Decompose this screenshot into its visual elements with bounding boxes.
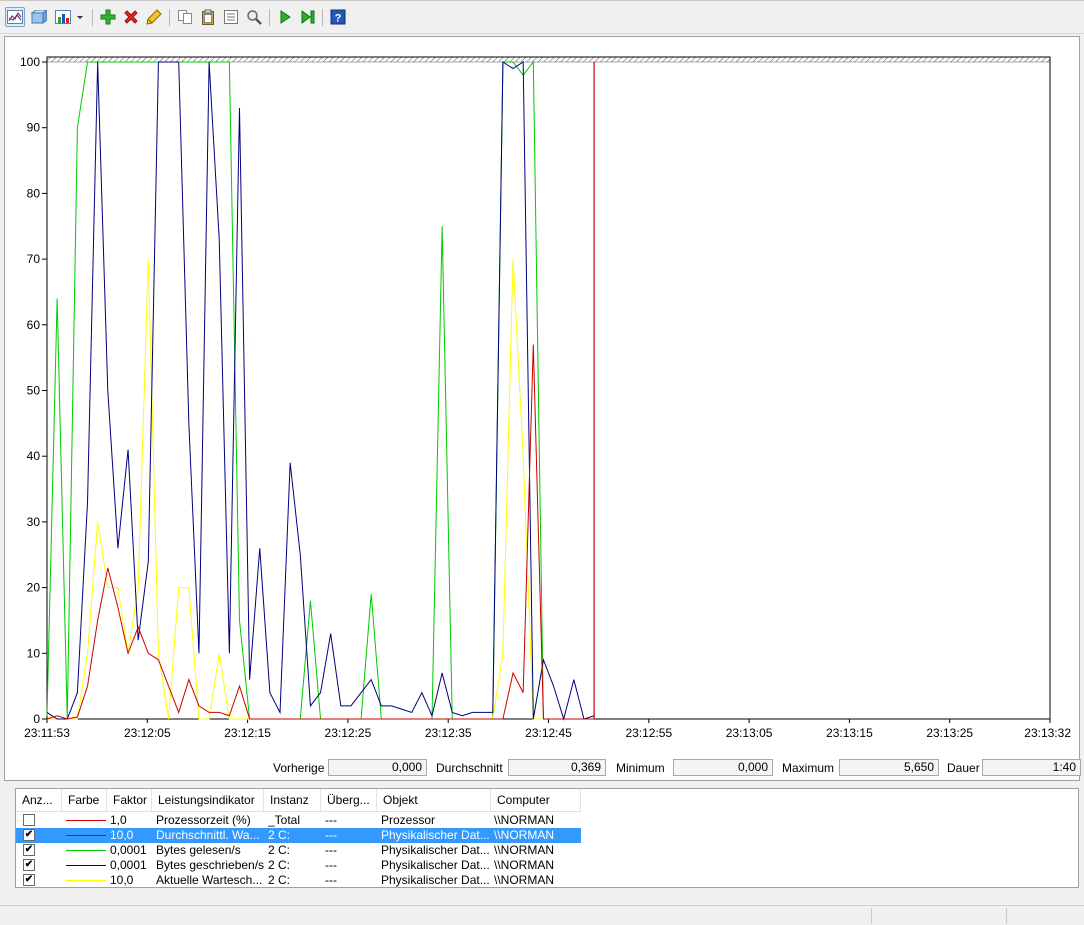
maximum-label: Maximum	[782, 761, 835, 775]
column-header-counter[interactable]: Leistungsindikator	[152, 789, 264, 811]
duration-value: 1:40	[982, 759, 1081, 776]
column-header-parent[interactable]: Überg...	[321, 789, 377, 811]
color-swatch	[66, 865, 106, 866]
statistics-bar: Vorherige 0,000 Durchschnitt 0,369 Minim…	[0, 758, 1084, 778]
row-parent: ---	[325, 813, 337, 827]
show-checkbox[interactable]: ✔	[23, 844, 35, 856]
series-line	[46, 344, 595, 720]
row-object: Physikalischer Dat...	[381, 828, 490, 842]
counter-list: Anz... Farbe Faktor Leistungsindikator I…	[15, 788, 1079, 888]
x-tick-label: 23:13:25	[926, 726, 973, 740]
counter-row[interactable]: ✔ 10,0 Aktuelle Wartesch... 2 C: --- Physikal…	[16, 873, 581, 887]
color-swatch	[66, 835, 106, 836]
row-object: Physikalischer Dat...	[381, 858, 490, 872]
y-tick-label: 80	[27, 186, 41, 200]
y-tick-label: 100	[20, 55, 40, 69]
y-tick-label: 30	[27, 515, 41, 529]
last-label: Vorherige	[273, 761, 325, 775]
graph-top-hatch	[46, 56, 1051, 63]
row-parent: ---	[325, 858, 337, 872]
column-header-color[interactable]: Farbe	[62, 789, 107, 811]
y-tick-label: 70	[27, 252, 41, 266]
row-factor: 1,0	[110, 813, 127, 827]
row-counter: Durchschnittl. Wa...	[156, 828, 260, 842]
y-tick-label: 90	[27, 121, 41, 135]
x-tick-label: 23:12:25	[325, 726, 372, 740]
minimum-label: Minimum	[616, 761, 665, 775]
row-computer: \\NORMAN	[494, 813, 554, 827]
row-factor: 10,0	[110, 873, 134, 887]
counter-row[interactable]: ✔ 0,0001 Bytes gelesen/s 2 C: --- Physikalisc…	[16, 843, 581, 858]
row-computer: \\NORMAN	[494, 843, 554, 857]
x-tick-label: 23:13:05	[726, 726, 773, 740]
row-instance: 2 C:	[268, 828, 291, 842]
counter-row[interactable]: ✔ 0,0001 Bytes geschrieben/s 2 C: --- Physika…	[16, 858, 581, 873]
row-computer: \\NORMAN	[494, 828, 554, 842]
y-tick-label: 20	[27, 581, 41, 595]
row-counter: Prozessorzeit (%)	[156, 813, 251, 827]
counter-row[interactable]: ✔ 10,0 Durchschnittl. Wa... 2 C: --- Physikal…	[16, 828, 581, 843]
show-checkbox[interactable]: ✔	[23, 859, 35, 871]
column-header-instance[interactable]: Instanz	[264, 789, 321, 811]
x-tick-label: 23:13:32	[1024, 726, 1071, 740]
row-parent: ---	[325, 873, 337, 887]
x-tick-label: 23:12:45	[525, 726, 572, 740]
row-computer: \\NORMAN	[494, 858, 554, 872]
row-counter: Aktuelle Wartesch...	[156, 873, 263, 887]
x-tick-label: 23:12:15	[224, 726, 271, 740]
average-value: 0,369	[508, 759, 606, 776]
minimum-value: 0,000	[673, 759, 773, 776]
row-factor: 0,0001	[110, 843, 147, 857]
y-tick-label: 60	[27, 318, 41, 332]
row-object: Prozessor	[381, 813, 436, 827]
performance-graph: 0102030405060708090100 23:11:53 23:12:05 2…	[20, 55, 1071, 740]
average-label: Durchschnitt	[436, 761, 503, 775]
show-checkbox[interactable]	[23, 814, 35, 826]
row-instance: 2 C:	[268, 843, 291, 857]
column-header-scale[interactable]: Faktor	[107, 789, 152, 811]
column-header-computer[interactable]: Computer	[491, 789, 581, 811]
column-header-show[interactable]: Anz...	[16, 789, 62, 811]
x-tick-label: 23:12:55	[625, 726, 672, 740]
series-line	[46, 60, 595, 720]
column-header-object[interactable]: Objekt	[377, 789, 491, 811]
row-parent: ---	[325, 843, 337, 857]
x-tick-label: 23:11:53	[24, 726, 70, 740]
row-counter: Bytes geschrieben/s	[156, 858, 265, 872]
maximum-value: 5,650	[839, 759, 939, 776]
x-tick-label: 23:13:15	[826, 726, 873, 740]
row-factor: 0,0001	[110, 858, 147, 872]
counter-list-header: Anz... Farbe Faktor Leistungsindikator I…	[16, 789, 581, 812]
y-tick-label: 0	[33, 712, 40, 726]
y-tick-label: 50	[27, 384, 41, 398]
y-tick-label: 40	[27, 449, 41, 463]
y-tick-label: 10	[27, 646, 41, 660]
x-axis: 23:11:53 23:12:05 23:12:15 23:12:25 23:12:35…	[24, 719, 1071, 740]
row-computer: \\NORMAN	[494, 873, 554, 887]
x-tick-label: 23:12:35	[425, 726, 472, 740]
color-swatch	[66, 880, 106, 881]
series-line	[46, 61, 595, 721]
row-object: Physikalischer Dat...	[381, 873, 490, 887]
series-group	[46, 60, 595, 721]
row-instance: 2 C:	[268, 873, 291, 887]
y-axis: 0 10 20 30 40 50 60 70 80 90 100	[20, 55, 47, 726]
show-checkbox[interactable]: ✔	[23, 874, 35, 886]
row-counter: Bytes gelesen/s	[156, 843, 241, 857]
x-tick-label: 23:12:05	[124, 726, 171, 740]
status-bar	[0, 905, 1084, 925]
color-swatch	[66, 850, 106, 851]
row-object: Physikalischer Dat...	[381, 843, 490, 857]
counter-row[interactable]: 1,0 Prozessorzeit (%) _Total --- Prozessor \\…	[16, 813, 581, 828]
row-instance: _Total	[268, 813, 301, 827]
color-swatch	[66, 820, 106, 821]
row-parent: ---	[325, 828, 337, 842]
row-instance: 2 C:	[268, 858, 291, 872]
show-checkbox[interactable]: ✔	[23, 829, 35, 841]
duration-label: Dauer	[947, 761, 980, 775]
last-value: 0,000	[328, 759, 427, 776]
row-factor: 10,0	[110, 828, 134, 842]
